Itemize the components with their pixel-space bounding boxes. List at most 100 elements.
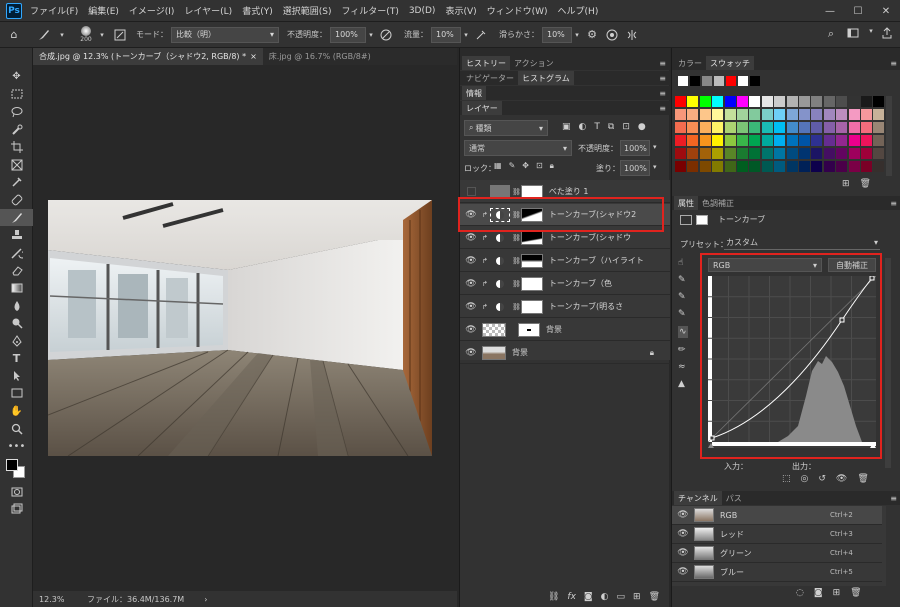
smart-object-filter-icon[interactable]: ⊡: [622, 122, 630, 132]
eye-icon[interactable]: 👁︎: [460, 279, 482, 289]
swatch[interactable]: [774, 148, 786, 159]
eye-icon[interactable]: 👁︎: [460, 325, 482, 335]
menu-file[interactable]: ファイル(F): [30, 4, 78, 17]
swatch[interactable]: [699, 109, 711, 120]
swatch[interactable]: [724, 109, 736, 120]
new-channel-icon[interactable]: ⊞: [833, 588, 841, 598]
chevron-down-icon[interactable]: ▾: [461, 31, 471, 39]
eye-icon[interactable]: 👁︎: [460, 348, 482, 358]
opacity-input[interactable]: 100%: [330, 26, 366, 43]
quick-select-tool-icon[interactable]: [0, 121, 33, 139]
swatch[interactable]: [848, 161, 860, 172]
swatch[interactable]: [749, 96, 761, 107]
marquee-tool-icon[interactable]: [0, 86, 33, 104]
tab-properties[interactable]: 属性: [674, 196, 698, 210]
swatch[interactable]: [873, 109, 885, 120]
swatch[interactable]: [737, 148, 748, 159]
new-group-icon[interactable]: ▭: [617, 592, 626, 602]
swatch[interactable]: [836, 148, 848, 159]
swatch[interactable]: [737, 96, 748, 107]
lock-pixels-icon[interactable]: ✎: [509, 161, 516, 171]
eye-icon[interactable]: 👁︎: [672, 529, 694, 539]
new-swatch-icon[interactable]: ⊞: [842, 179, 850, 189]
menu-3d[interactable]: 3D(D): [409, 6, 436, 16]
swatch[interactable]: [749, 122, 761, 133]
close-button[interactable]: ✕: [872, 0, 900, 22]
more-tools-icon[interactable]: •••: [0, 437, 33, 455]
swatch[interactable]: [737, 161, 748, 172]
brush-preset-picker[interactable]: 200: [74, 26, 98, 43]
zoom-tool-icon[interactable]: [0, 420, 33, 438]
swatch[interactable]: [737, 135, 748, 146]
swatch[interactable]: [786, 109, 798, 120]
new-layer-icon[interactable]: ⊞: [633, 592, 641, 602]
swatch[interactable]: [799, 148, 810, 159]
chevron-down-icon[interactable]: ▾: [98, 31, 106, 39]
swatch[interactable]: [811, 122, 823, 133]
swatch[interactable]: [873, 122, 885, 133]
swatch[interactable]: [761, 161, 773, 172]
swatch[interactable]: [848, 109, 860, 120]
swatch[interactable]: [675, 122, 686, 133]
mask-icon[interactable]: [696, 214, 708, 225]
swatch[interactable]: [811, 109, 823, 120]
adjustment-filter-icon[interactable]: ◐: [579, 122, 587, 132]
swatch[interactable]: [687, 109, 699, 120]
eye-icon[interactable]: 👁︎: [672, 567, 694, 577]
swatch[interactable]: [690, 76, 700, 86]
swatch[interactable]: [786, 161, 798, 172]
history-brush-tool-icon[interactable]: [0, 244, 33, 262]
swatch[interactable]: [811, 135, 823, 146]
pressure-size-icon[interactable]: [602, 29, 622, 41]
eyedropper-white-icon[interactable]: ✎: [678, 309, 688, 319]
search-icon[interactable]: ⌕: [824, 27, 838, 41]
swatch[interactable]: [712, 161, 724, 172]
swatch[interactable]: [712, 148, 724, 159]
swatch[interactable]: [761, 148, 773, 159]
gear-icon[interactable]: ⚙: [582, 28, 602, 41]
smooth-icon[interactable]: ≈: [678, 362, 688, 372]
path-select-tool-icon[interactable]: [0, 367, 33, 385]
lasso-tool-icon[interactable]: [0, 103, 33, 121]
swatch[interactable]: [699, 96, 711, 107]
swatch[interactable]: [761, 109, 773, 120]
swatch[interactable]: [699, 161, 711, 172]
preset-select[interactable]: カスタム ▾: [724, 236, 880, 250]
share-icon[interactable]: [880, 27, 894, 39]
swatch[interactable]: [675, 161, 686, 172]
shape-filter-icon[interactable]: ⧉: [608, 122, 614, 132]
mode-select[interactable]: 比較（明） ▾: [171, 26, 279, 43]
zoom-level[interactable]: 12.3%: [39, 595, 83, 604]
swatch[interactable]: [873, 148, 885, 159]
swatch[interactable]: [761, 135, 773, 146]
swatch[interactable]: [750, 76, 760, 86]
rectangle-tool-icon[interactable]: [0, 385, 33, 403]
swatch[interactable]: [799, 122, 810, 133]
minimize-button[interactable]: —: [816, 0, 844, 22]
swatch[interactable]: [687, 96, 699, 107]
menu-image[interactable]: イメージ(I): [129, 4, 175, 17]
menu-edit[interactable]: 編集(E): [88, 4, 119, 17]
swatch[interactable]: [861, 135, 872, 146]
close-icon[interactable]: ×: [250, 52, 257, 61]
quick-mask-icon[interactable]: [0, 483, 33, 501]
swatch[interactable]: [823, 109, 835, 120]
eye-icon[interactable]: 👁︎: [460, 256, 482, 266]
swatch[interactable]: [712, 109, 724, 120]
swatch[interactable]: [848, 135, 860, 146]
layer-kind-filter[interactable]: ⌕ 種類 ▾: [464, 120, 548, 136]
panel-menu-icon[interactable]: ≡: [659, 74, 666, 83]
flow-input[interactable]: 10%: [431, 26, 461, 43]
swatch[interactable]: [799, 161, 810, 172]
swatch[interactable]: [786, 135, 798, 146]
clip-to-layer-icon[interactable]: ⬚: [782, 474, 791, 484]
channel-row-red[interactable]: 👁︎ レッド Ctrl+3: [672, 525, 882, 544]
healing-brush-tool-icon[interactable]: [0, 191, 33, 209]
pen-tool-icon[interactable]: [0, 332, 33, 350]
lock-position-icon[interactable]: ✥: [522, 161, 529, 171]
eraser-tool-icon[interactable]: [0, 262, 33, 280]
swatch[interactable]: [799, 109, 810, 120]
swatch[interactable]: [861, 148, 872, 159]
swatch[interactable]: [861, 96, 872, 107]
swatch[interactable]: [675, 135, 686, 146]
